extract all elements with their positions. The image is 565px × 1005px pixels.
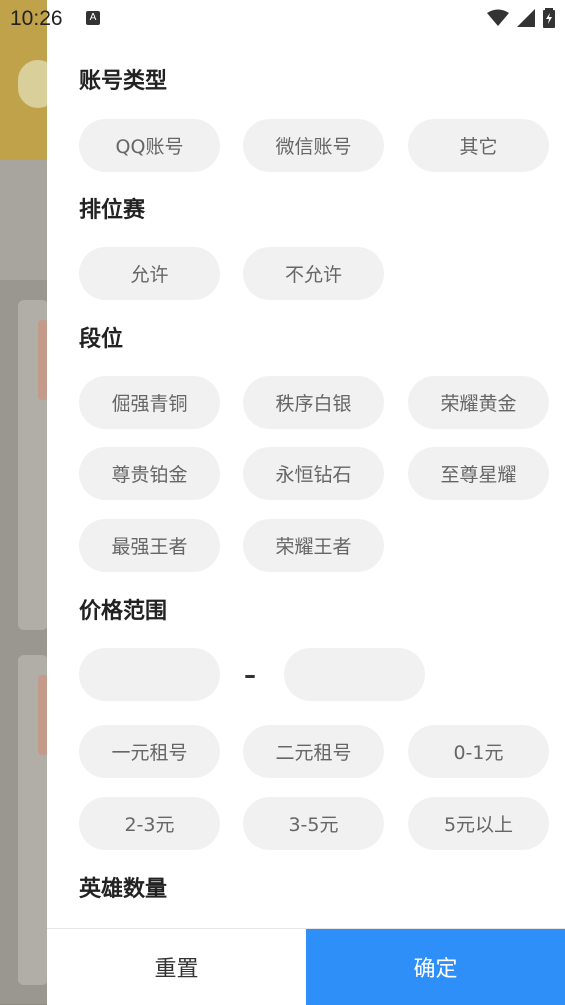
price-min-input[interactable]: [79, 648, 220, 701]
chip-rank-glory-king[interactable]: 荣耀王者: [243, 519, 384, 572]
chip-ranked-allow[interactable]: 允许: [79, 247, 220, 300]
status-icons: [487, 8, 555, 28]
action-bar: 重置 确定: [47, 928, 565, 1005]
status-time: 10:26: [10, 7, 63, 30]
chip-other-account[interactable]: 其它: [408, 119, 549, 172]
chip-ranked-disallow[interactable]: 不允许: [243, 247, 384, 300]
chip-price-3-5[interactable]: 3-5元: [243, 797, 384, 850]
chip-qq-account[interactable]: QQ账号: [79, 119, 220, 172]
chip-rank-bronze[interactable]: 倔强青铜: [79, 376, 220, 429]
notification-icon: A: [86, 11, 100, 25]
price-max-input[interactable]: [284, 648, 425, 701]
chip-rank-silver[interactable]: 秩序白银: [243, 376, 384, 429]
hero-count-title: 英雄数量: [79, 877, 168, 902]
battery-icon: [543, 8, 555, 28]
cellular-signal-icon: [517, 9, 535, 27]
ranked-title: 排位赛: [79, 198, 146, 223]
chip-rank-star[interactable]: 至尊星耀: [408, 447, 549, 500]
chip-rank-gold[interactable]: 荣耀黄金: [408, 376, 549, 429]
chip-price-2-3[interactable]: 2-3元: [79, 797, 220, 850]
chip-rank-diamond[interactable]: 永恒钻石: [243, 447, 384, 500]
wifi-icon: [487, 9, 509, 26]
price-title: 价格范围: [79, 599, 168, 624]
chip-price-0-1[interactable]: 0-1元: [408, 725, 549, 778]
confirm-button[interactable]: 确定: [306, 929, 565, 1005]
chip-rank-king[interactable]: 最强王者: [79, 519, 220, 572]
status-bar: 10:26 A: [0, 0, 565, 38]
chip-price-5-plus[interactable]: 5元以上: [408, 797, 549, 850]
reset-button[interactable]: 重置: [47, 929, 306, 1005]
chip-wechat-account[interactable]: 微信账号: [243, 119, 384, 172]
price-separator: –: [244, 661, 256, 689]
filter-panel: 账号类型 QQ账号 微信账号 其它 排位赛 允许 不允许 段位 倔强青铜 秩序白…: [47, 0, 565, 1005]
rank-title: 段位: [79, 327, 124, 352]
chip-price-one-yuan[interactable]: 一元租号: [79, 725, 220, 778]
chip-price-two-yuan[interactable]: 二元租号: [243, 725, 384, 778]
account-type-title: 账号类型: [79, 69, 168, 94]
chip-rank-platinum[interactable]: 尊贵铂金: [79, 447, 220, 500]
